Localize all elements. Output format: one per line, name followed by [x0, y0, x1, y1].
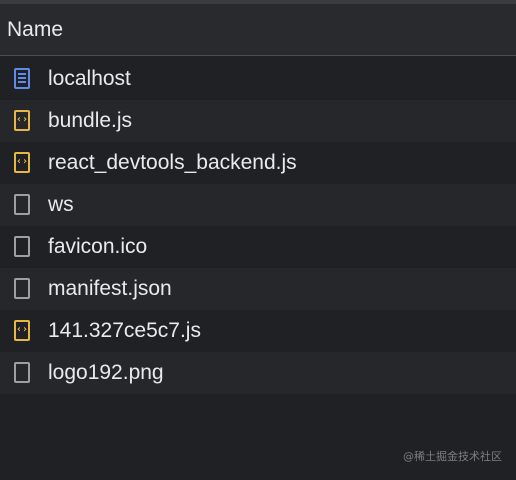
blank-file-icon	[14, 278, 30, 299]
blank-file-icon	[14, 236, 30, 257]
request-row[interactable]: manifest.json	[0, 268, 516, 310]
request-name: manifest.json	[48, 277, 172, 300]
request-row[interactable]: favicon.ico	[0, 226, 516, 268]
document-icon	[14, 68, 30, 89]
request-list: localhost ‹› bundle.js ‹› react_devtools…	[0, 58, 516, 394]
request-row[interactable]: localhost	[0, 58, 516, 100]
script-icon: ‹›	[14, 110, 30, 131]
request-row[interactable]: ‹› bundle.js	[0, 100, 516, 142]
request-row[interactable]: ‹› react_devtools_backend.js	[0, 142, 516, 184]
request-name: logo192.png	[48, 361, 164, 384]
request-row[interactable]: ‹› 141.327ce5c7.js	[0, 310, 516, 352]
script-icon: ‹›	[14, 320, 30, 341]
request-row[interactable]: ws	[0, 184, 516, 226]
script-icon: ‹›	[14, 152, 30, 173]
request-name: localhost	[48, 67, 131, 90]
request-name: 141.327ce5c7.js	[48, 319, 201, 342]
blank-file-icon	[14, 362, 30, 383]
request-name: favicon.ico	[48, 235, 148, 258]
request-name: bundle.js	[48, 109, 133, 132]
column-header-label: Name	[7, 18, 64, 41]
request-row[interactable]: logo192.png	[0, 352, 516, 394]
request-name: ws	[48, 193, 74, 216]
watermark: @稀土掘金技术社区	[403, 450, 502, 463]
blank-file-icon	[14, 194, 30, 215]
request-name: react_devtools_backend.js	[48, 151, 297, 174]
column-header-name[interactable]: Name	[0, 4, 516, 56]
network-request-panel: Name localhost ‹› bundle.js ‹› react_dev…	[0, 0, 516, 480]
